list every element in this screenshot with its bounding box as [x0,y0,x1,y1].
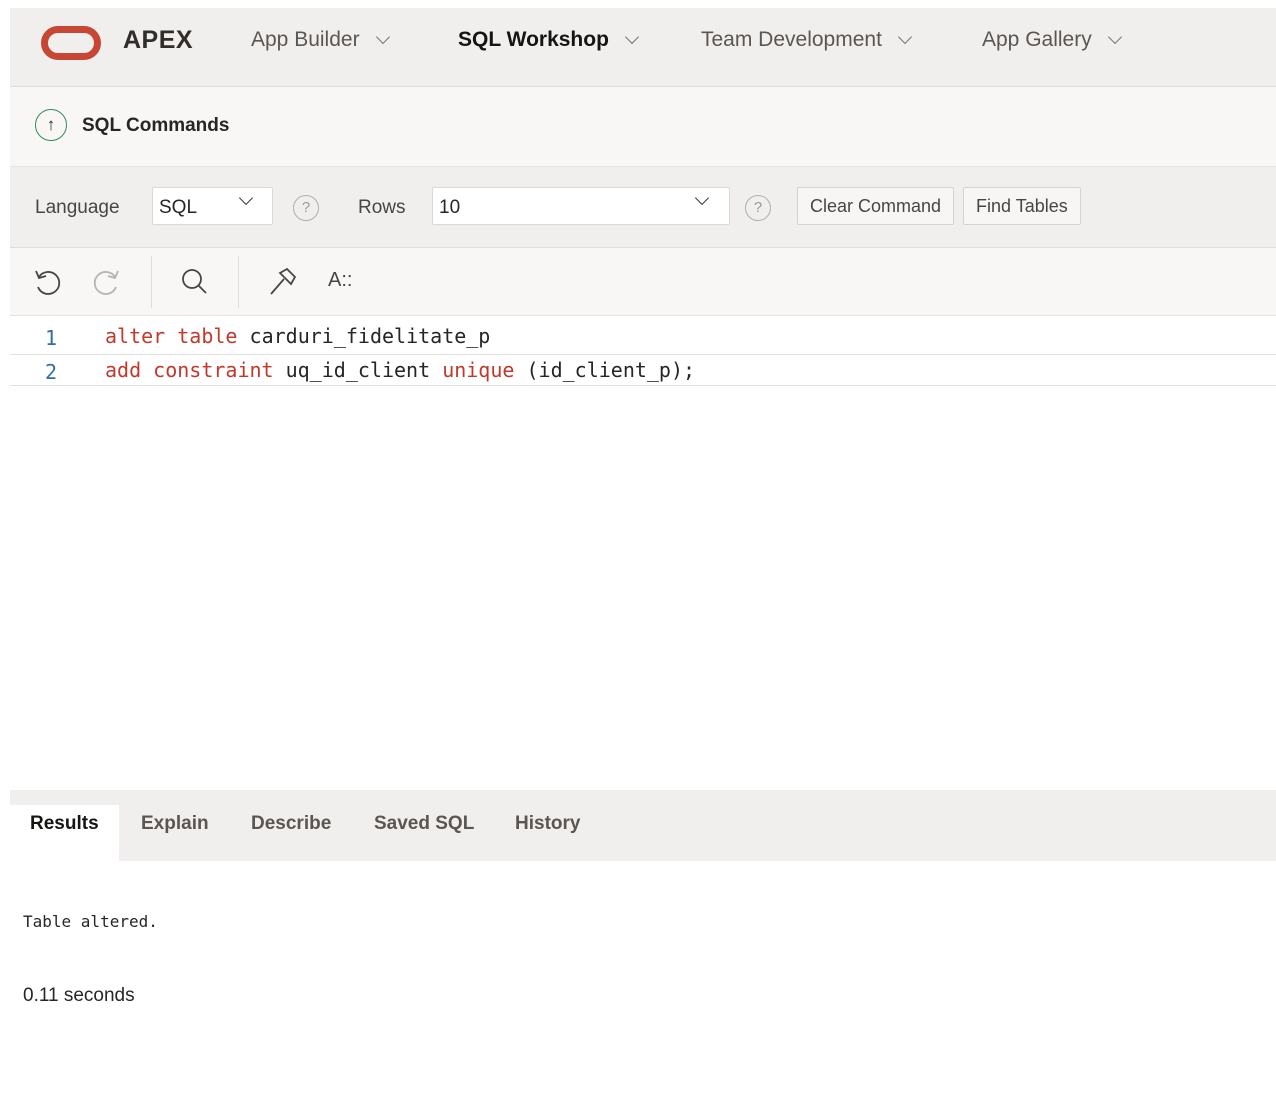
chevron-down-icon [694,190,710,206]
results-panel: Table altered. 0.11 seconds [10,861,1276,1114]
result-tabs: Results Explain Describe Saved SQL Histo… [10,790,1276,862]
redo-icon[interactable] [90,265,124,299]
search-icon[interactable] [177,265,211,299]
chevron-down-icon [897,29,912,45]
nav-sql-workshop[interactable]: SQL Workshop [458,28,639,52]
result-message: Table altered. [23,912,158,931]
sql-identifier: uq_id_client [285,358,431,382]
language-value: SQL [159,197,198,218]
sql-keyword: alter [105,324,166,348]
nav-label: Team Development [701,28,882,51]
editor-toolbar: A:: [10,248,1276,316]
line-text: alter table carduri_fidelitate_p [105,324,490,348]
command-options-bar: Language SQL ? Rows 10 ? Clear Command F… [10,167,1276,248]
tab-describe[interactable]: Describe [231,805,351,861]
rows-value: 10 [439,197,461,218]
nav-label: App Builder [251,28,360,51]
chevron-down-icon [375,29,390,45]
format-code-icon[interactable]: A:: [328,269,352,292]
nav-team-development[interactable]: Team Development [701,28,912,52]
nav-label: App Gallery [982,28,1092,51]
line-number: 2 [44,360,58,384]
tab-explain[interactable]: Explain [121,805,229,861]
nav-label: SQL Workshop [458,28,609,51]
chevron-down-icon [624,29,639,45]
rows-help-icon[interactable]: ? [745,195,771,221]
line-text: add constraint uq_id_client unique (id_c… [105,358,695,382]
sql-identifier: carduri_fidelitate_p [249,324,491,348]
language-select[interactable]: SQL [152,187,273,225]
chevron-down-icon [1107,29,1122,45]
nav-app-builder[interactable]: App Builder [251,28,390,52]
find-tables-button[interactable]: Find Tables [963,187,1081,225]
page-title: SQL Commands [82,115,230,136]
sql-keyword: add [105,358,142,382]
nav-app-gallery[interactable]: App Gallery [982,28,1122,52]
oracle-logo-icon[interactable] [41,26,101,60]
rows-label: Rows [358,197,406,218]
language-label: Language [35,197,120,218]
top-navigation-bar: APEX App Builder SQL Workshop Team Devel… [10,8,1276,87]
app-frame: APEX App Builder SQL Workshop Team Devel… [10,8,1276,1114]
sql-identifier: (id_client_p); [526,358,696,382]
arrow-up-icon[interactable]: ↑ [35,109,67,141]
toolbar-divider [151,256,152,308]
toolbar-divider [238,256,239,308]
sql-keyword: table [177,324,238,348]
execution-time: 0.11 seconds [23,985,135,1006]
undo-icon[interactable] [30,265,64,299]
rows-select[interactable]: 10 [432,187,730,225]
sql-code-editor[interactable]: 1 alter table carduri_fidelitate_p 2 add… [10,316,1276,790]
tab-results[interactable]: Results [10,805,119,861]
code-line: 1 alter table carduri_fidelitate_p [10,321,1276,353]
line-number: 1 [44,326,58,350]
tab-history[interactable]: History [495,805,600,861]
sql-keyword: constraint [153,358,274,382]
hammer-icon[interactable] [265,265,299,299]
brand-name[interactable]: APEX [123,26,193,55]
language-help-icon[interactable]: ? [293,195,319,221]
page-title-bar: ↑ SQL Commands [10,87,1276,167]
clear-command-button[interactable]: Clear Command [797,187,955,225]
sql-keyword: unique [442,358,515,382]
tab-saved-sql[interactable]: Saved SQL [354,805,494,861]
chevron-down-icon [238,190,254,206]
code-line-current: 2 add constraint uq_id_client unique (id… [10,354,1276,386]
